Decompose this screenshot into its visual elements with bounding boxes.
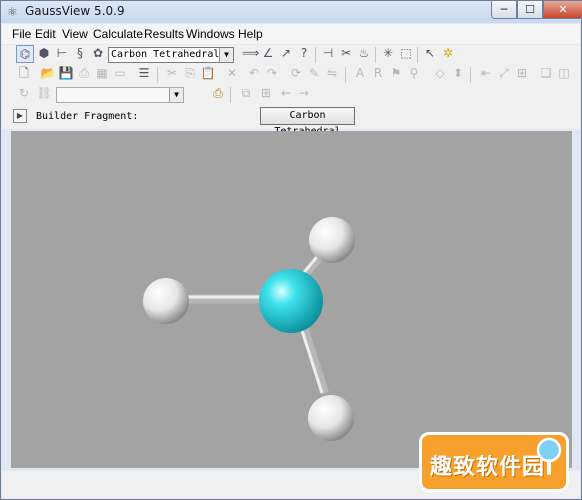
toolbar-separator: [157, 67, 158, 83]
inquire-icon[interactable]: ?: [296, 45, 312, 61]
maximize-button[interactable]: ☐: [517, 1, 543, 19]
hydrogen-atom-left[interactable]: [143, 278, 189, 324]
symmetry-icon[interactable]: ✳: [380, 45, 396, 61]
menu-results[interactable]: Results: [144, 27, 184, 41]
minimize-button[interactable]: ─: [491, 1, 517, 19]
biological-fragment-icon[interactable]: ✿: [90, 45, 106, 61]
zoom-fit-icon[interactable]: ⤢: [496, 65, 512, 81]
dihedral-tool-icon[interactable]: ↗: [278, 45, 294, 61]
hydrogen-atom-top[interactable]: [309, 217, 355, 263]
list-icon[interactable]: ☰: [136, 65, 152, 81]
r-label-icon[interactable]: R: [370, 65, 386, 81]
element-fragment-icon[interactable]: ⌬: [16, 45, 34, 63]
clean-icon[interactable]: ♨: [356, 45, 372, 61]
angle-tool-icon[interactable]: ∠: [260, 45, 276, 61]
delete-icon[interactable]: ✕: [224, 65, 240, 81]
sparkle-icon[interactable]: ✲: [440, 45, 456, 61]
undo-icon[interactable]: ↶: [246, 65, 262, 81]
bond-tool-icon[interactable]: ⟹: [242, 45, 259, 61]
cut-icon[interactable]: ✂: [164, 65, 180, 81]
play-icon[interactable]: ▶: [13, 109, 27, 123]
menu-edit[interactable]: Edit: [35, 27, 56, 41]
menu-help[interactable]: Help: [238, 27, 263, 41]
copy-image-icon[interactable]: ▦: [94, 65, 110, 81]
chevron-down-icon[interactable]: ▼: [219, 48, 233, 62]
toolbar-separator: [470, 67, 471, 83]
toolbar-builder: ⌬ ⬢ ⊢ § ✿ Carbon Tetrahedral ▼ ⟹ ∠ ↗ ? ⊣…: [2, 45, 580, 65]
window-title: GaussView 5.0.9: [25, 4, 125, 18]
hydrogen-atom-bottom[interactable]: [308, 395, 354, 441]
magnifier-icon: [536, 437, 562, 475]
pointer-icon[interactable]: ↖: [422, 45, 438, 61]
window-icon[interactable]: ▭: [112, 65, 128, 81]
save-icon[interactable]: 💾: [58, 65, 74, 81]
element-select-value: Carbon Tetrahedral: [111, 49, 220, 60]
paste-icon[interactable]: 📋: [200, 65, 216, 81]
builder-fragment-label: Builder Fragment:: [36, 111, 139, 122]
amino-acid-icon[interactable]: §: [72, 45, 88, 61]
print-preview-icon[interactable]: ⎙: [210, 85, 226, 101]
builder-fragment-bar: ▶ Builder Fragment: Carbon Tetrahedral: [2, 105, 580, 137]
split-icon[interactable]: ◫: [556, 65, 572, 81]
grid-icon[interactable]: ⊞: [514, 65, 530, 81]
redo-icon[interactable]: ↷: [264, 65, 280, 81]
toolbar-separator: [315, 47, 316, 63]
carbon-atom[interactable]: [259, 269, 323, 333]
hydrogen-icon[interactable]: ⚲: [406, 65, 422, 81]
mirror-icon[interactable]: ⇋: [324, 65, 340, 81]
element-select[interactable]: Carbon Tetrahedral ▼: [108, 47, 234, 63]
toolbar-separator: [375, 47, 376, 63]
text-label-icon[interactable]: A: [352, 65, 368, 81]
molecule-canvas: [143, 217, 355, 441]
bond-highlight: [297, 320, 324, 394]
print-icon[interactable]: ⎙: [76, 65, 92, 81]
arrow-right-icon[interactable]: →: [296, 85, 312, 101]
toolbar-separator: [345, 67, 346, 83]
builder-select[interactable]: ▼: [56, 87, 184, 103]
delete-atom-icon[interactable]: ✂: [338, 45, 354, 61]
marker-icon[interactable]: ⬍: [450, 65, 466, 81]
add-valence-icon[interactable]: ⊣: [320, 45, 336, 61]
copy-icon[interactable]: ⎘: [182, 65, 198, 81]
tile-icon[interactable]: ⊞: [258, 85, 274, 101]
window-arrange-icon[interactable]: ⧉: [238, 85, 254, 101]
arrow-left-icon[interactable]: ←: [278, 85, 294, 101]
edit-icon[interactable]: ✎: [306, 65, 322, 81]
toolbar-separator: [417, 47, 418, 63]
bond-c-h-bottom: [298, 319, 329, 395]
toolbar-separator: [230, 87, 231, 103]
gaussview-window: ⚛ GaussView 5.0.9 ─ ☐ ✕ File Edit View C…: [0, 0, 582, 500]
gaussview-app-icon[interactable]: ⚛: [7, 5, 21, 19]
select-icon[interactable]: ⬚: [398, 45, 414, 61]
menu-windows[interactable]: Windows: [186, 27, 235, 41]
open-folder-icon[interactable]: 📂: [40, 65, 56, 81]
menu-file[interactable]: File: [12, 27, 31, 41]
toolbar-view: ↻ ⛓ ▼ ⎙ ⧉ ⊞ ← →: [2, 85, 580, 105]
new-file-icon[interactable]: 🗋: [16, 65, 32, 81]
chevron-down-icon[interactable]: ▼: [169, 88, 183, 102]
diamond-icon[interactable]: ◇: [432, 65, 448, 81]
menu-calculate[interactable]: Calculate: [93, 27, 143, 41]
watermark-logo: 趣致软件园: [419, 432, 569, 492]
rotate-icon[interactable]: ⟳: [288, 65, 304, 81]
menu-view[interactable]: View: [62, 27, 88, 41]
r-group-icon[interactable]: ⊢: [54, 45, 70, 61]
watermark-text: 趣致软件园: [430, 455, 546, 480]
fragment-button[interactable]: Carbon Tetrahedral: [260, 107, 355, 137]
molecule-viewport[interactable]: [11, 131, 572, 468]
first-icon[interactable]: ⇤: [478, 65, 494, 81]
link-icon[interactable]: ⛓: [36, 85, 52, 101]
close-button[interactable]: ✕: [543, 1, 582, 19]
title-bar: ⚛ GaussView 5.0.9 ─ ☐ ✕: [1, 1, 582, 23]
tag-icon[interactable]: ⚑: [388, 65, 404, 81]
layer-icon[interactable]: ❏: [538, 65, 554, 81]
ring-fragment-icon[interactable]: ⬢: [36, 45, 52, 61]
toolbar-file: 🗋 📂 💾 ⎙ ▦ ▭ ☰ ✂ ⎘ 📋 ✕ ↶ ↷ ⟳ ✎ ⇋ A R ⚑ ⚲ …: [2, 65, 580, 85]
menu-bar: File Edit View Calculate Results Windows…: [2, 24, 580, 44]
refresh-icon[interactable]: ↻: [16, 85, 32, 101]
